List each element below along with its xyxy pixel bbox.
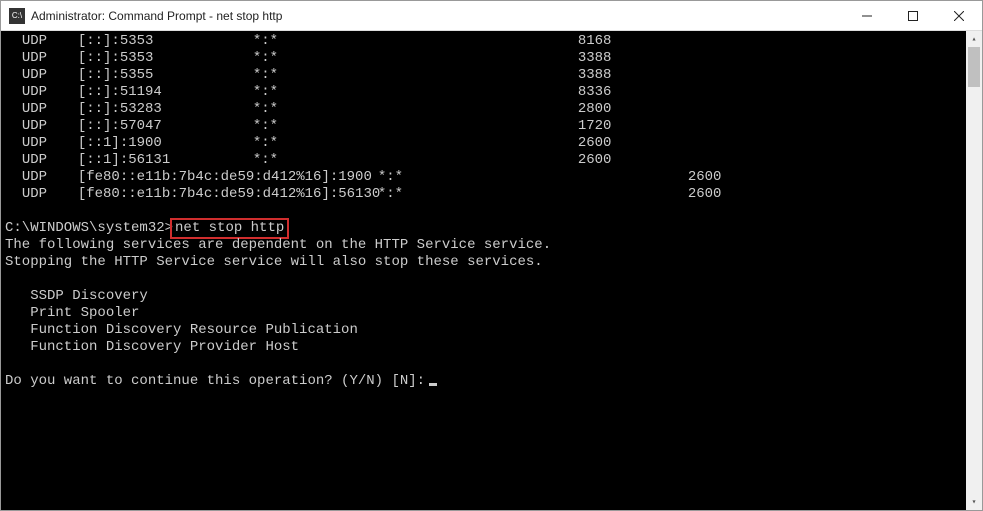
scroll-up-button[interactable]: ▴ [966, 31, 982, 47]
command-highlight: net stop http [170, 218, 289, 239]
confirm-prompt: Do you want to continue this operation? … [5, 373, 962, 390]
terminal-area: UDP[::]:5353*:*8168 UDP[::]:5353*:*3388 … [1, 31, 982, 510]
foreign-address: *:* [378, 186, 688, 203]
foreign-address: *:* [253, 84, 578, 101]
vertical-scrollbar[interactable]: ▴ ▾ [966, 31, 982, 510]
blank-line [5, 271, 962, 288]
dependent-service: SSDP Discovery [5, 288, 962, 305]
protocol: UDP [22, 118, 78, 135]
protocol: UDP [22, 84, 78, 101]
foreign-address: *:* [253, 33, 578, 50]
foreign-address: *:* [253, 152, 578, 169]
minimize-icon [862, 11, 872, 21]
pid: 3388 [578, 67, 612, 84]
maximize-button[interactable] [890, 1, 936, 30]
dependent-service: Print Spooler [5, 305, 962, 322]
cursor [429, 383, 437, 386]
local-address: [::]:5355 [78, 67, 253, 84]
netstat-row: UDP[fe80::e11b:7b4c:de59:d412%16]:56130*… [5, 186, 962, 203]
foreign-address: *:* [253, 101, 578, 118]
foreign-address: *:* [253, 67, 578, 84]
prompt-path: C:\WINDOWS\system32> [5, 220, 173, 236]
command-prompt-window: C:\ Administrator: Command Prompt - net … [0, 0, 983, 511]
pid: 8168 [578, 33, 612, 50]
dependent-service: Function Discovery Resource Publication [5, 322, 962, 339]
netstat-row: UDP[::1]:56131*:*2600 [5, 152, 962, 169]
prompt-line: C:\WINDOWS\system32>net stop http [5, 220, 962, 237]
local-address: [::]:5353 [78, 33, 253, 50]
pid: 2600 [578, 152, 612, 169]
netstat-row: UDP[::]:5353*:*8168 [5, 33, 962, 50]
cmd-icon: C:\ [9, 8, 25, 24]
output-text: The following services are dependent on … [5, 237, 962, 254]
local-address: [::]:5353 [78, 50, 253, 67]
local-address: [fe80::e11b:7b4c:de59:d412%16]:1900 [78, 169, 378, 186]
protocol: UDP [22, 152, 78, 169]
foreign-address: *:* [378, 169, 688, 186]
netstat-row: UDP[fe80::e11b:7b4c:de59:d412%16]:1900*:… [5, 169, 962, 186]
pid: 1720 [578, 118, 612, 135]
typed-command: net stop http [175, 220, 284, 236]
protocol: UDP [22, 135, 78, 152]
netstat-row: UDP[::]:5353*:*3388 [5, 50, 962, 67]
terminal-output[interactable]: UDP[::]:5353*:*8168 UDP[::]:5353*:*3388 … [1, 31, 966, 510]
scroll-thumb[interactable] [968, 47, 980, 87]
protocol: UDP [22, 67, 78, 84]
netstat-row: UDP[::]:51194*:*8336 [5, 84, 962, 101]
close-icon [954, 11, 964, 21]
pid: 8336 [578, 84, 612, 101]
pid: 2600 [688, 186, 722, 203]
pid: 2600 [688, 169, 722, 186]
protocol: UDP [22, 33, 78, 50]
local-address: [::]:57047 [78, 118, 253, 135]
titlebar[interactable]: C:\ Administrator: Command Prompt - net … [1, 1, 982, 31]
protocol: UDP [22, 186, 78, 203]
protocol: UDP [22, 101, 78, 118]
foreign-address: *:* [253, 118, 578, 135]
pid: 2600 [578, 135, 612, 152]
confirm-text: Do you want to continue this operation? … [5, 373, 425, 389]
local-address: [::1]:1900 [78, 135, 253, 152]
blank-line [5, 356, 962, 373]
output-text: Stopping the HTTP Service service will a… [5, 254, 962, 271]
close-button[interactable] [936, 1, 982, 30]
local-address: [fe80::e11b:7b4c:de59:d412%16]:56130 [78, 186, 378, 203]
netstat-row: UDP[::1]:1900*:*2600 [5, 135, 962, 152]
local-address: [::]:51194 [78, 84, 253, 101]
window-title: Administrator: Command Prompt - net stop… [31, 9, 844, 23]
scroll-track[interactable] [966, 47, 982, 494]
netstat-row: UDP[::]:57047*:*1720 [5, 118, 962, 135]
foreign-address: *:* [253, 50, 578, 67]
protocol: UDP [22, 50, 78, 67]
scroll-down-button[interactable]: ▾ [966, 494, 982, 510]
local-address: [::1]:56131 [78, 152, 253, 169]
minimize-button[interactable] [844, 1, 890, 30]
pid: 2800 [578, 101, 612, 118]
blank-line [5, 203, 962, 220]
netstat-row: UDP[::]:53283*:*2800 [5, 101, 962, 118]
window-controls [844, 1, 982, 30]
pid: 3388 [578, 50, 612, 67]
local-address: [::]:53283 [78, 101, 253, 118]
foreign-address: *:* [253, 135, 578, 152]
protocol: UDP [22, 169, 78, 186]
maximize-icon [908, 11, 918, 21]
netstat-row: UDP[::]:5355*:*3388 [5, 67, 962, 84]
dependent-service: Function Discovery Provider Host [5, 339, 962, 356]
